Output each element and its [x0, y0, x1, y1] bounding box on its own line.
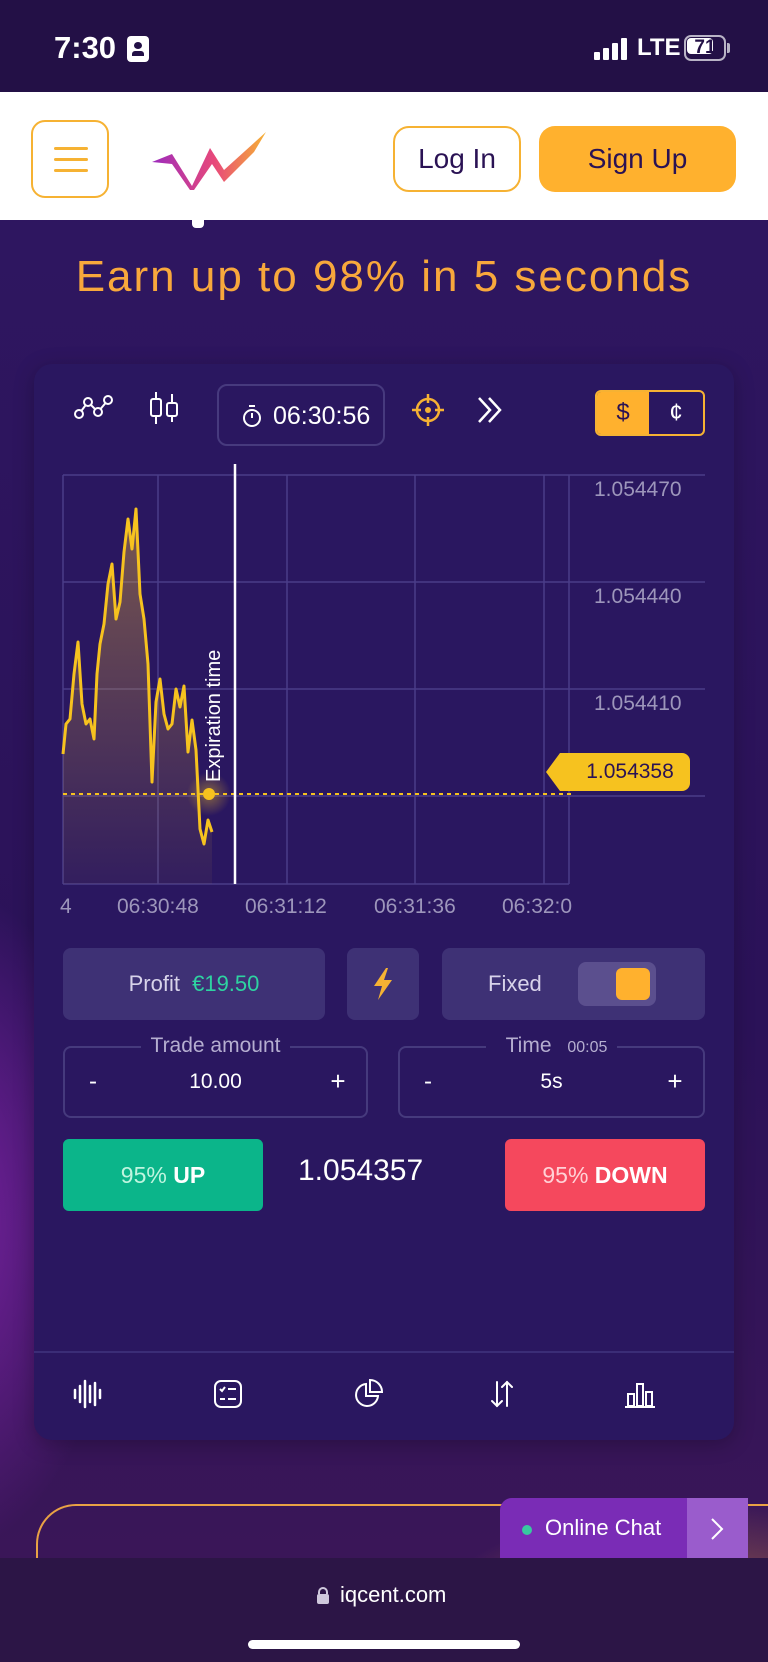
current-price-tag: 1.054358: [546, 753, 690, 791]
bar-chart-icon[interactable]: [624, 1378, 656, 1410]
time-label: Time: [495, 1034, 562, 1057]
trade-amount-value[interactable]: 10.00: [65, 1070, 366, 1094]
url-text: iqcent.com: [340, 1582, 447, 1607]
trade-widget: 06:30:56 $ ¢ 1.054470 1.054440 1.054410 …: [34, 364, 734, 1440]
online-status-dot: [522, 1525, 532, 1535]
y-tick: 1.054410: [594, 692, 682, 715]
checklist-icon[interactable]: [212, 1378, 244, 1410]
signal-icon: [594, 38, 630, 60]
crosshair-icon[interactable]: [412, 394, 444, 426]
trade-amount-label: Trade amount: [140, 1034, 291, 1057]
hero-headline: Earn up to 98% in 5 seconds: [75, 252, 693, 301]
current-point-marker: [203, 788, 215, 800]
fixed-mode-box: Fixed: [442, 948, 705, 1020]
down-label: DOWN: [594, 1162, 668, 1188]
y-tick: 1.054440: [594, 585, 682, 608]
x-tick: 4: [60, 895, 72, 918]
down-payout: 95%: [542, 1162, 589, 1188]
currency-cent-option[interactable]: ¢: [649, 392, 703, 434]
menu-button[interactable]: [31, 120, 109, 198]
x-tick: 06:31:12: [245, 895, 327, 918]
trade-amount-stepper: Trade amount - 10.00 +: [63, 1034, 368, 1118]
fixed-label: Fixed: [488, 971, 542, 996]
profit-display: Profit €19.50: [63, 948, 325, 1020]
battery-icon: 71: [684, 35, 730, 61]
fixed-toggle[interactable]: [578, 962, 656, 1006]
expiry-timer[interactable]: 06:30:56: [217, 384, 385, 446]
double-chevron-right-icon[interactable]: [476, 396, 504, 424]
x-tick: 06:30:48: [117, 895, 199, 918]
time-stepper: Time 00:05 - 5s +: [398, 1034, 705, 1118]
down-button[interactable]: 95% DOWN: [505, 1139, 705, 1211]
up-label: UP: [173, 1162, 206, 1188]
time-increase-button[interactable]: +: [663, 1066, 687, 1097]
x-tick: 06:32:0: [502, 895, 573, 918]
lock-icon: [317, 1587, 329, 1604]
time-countdown: 00:05: [567, 1039, 608, 1056]
signup-button[interactable]: Sign Up: [539, 126, 736, 192]
up-payout: 95%: [120, 1162, 167, 1188]
status-time: 7:30: [54, 30, 117, 65]
status-bar: 7:30 LTE 71: [0, 0, 768, 92]
online-chat-button[interactable]: Online Chat: [500, 1498, 748, 1560]
quick-trade-button[interactable]: [347, 948, 419, 1020]
network-label: LTE: [637, 34, 681, 61]
site-header: Log In Sign Up: [0, 92, 768, 220]
stopwatch-icon: [243, 405, 261, 427]
browser-address-bar[interactable]: iqcent.com: [0, 1558, 768, 1662]
chevron-right-icon: [711, 1518, 724, 1540]
time-value[interactable]: 5s: [400, 1070, 703, 1094]
timer-value: 06:30:56: [273, 402, 371, 430]
battery-level: 71: [694, 37, 716, 58]
toggle-knob: [616, 968, 650, 1000]
home-indicator: [248, 1640, 520, 1649]
candlestick-icon[interactable]: [148, 390, 180, 426]
currency-toggle[interactable]: $ ¢: [595, 390, 705, 436]
y-tick: 1.054470: [594, 478, 682, 501]
currency-dollar-option[interactable]: $: [597, 392, 649, 434]
swap-arrows-icon[interactable]: [486, 1378, 518, 1410]
online-chat-label: Online Chat: [545, 1515, 662, 1540]
hamburger-icon: [54, 147, 88, 150]
id-card-icon: [127, 36, 149, 62]
brand-logo[interactable]: [150, 128, 268, 190]
clipped-title-fragment: [192, 220, 204, 228]
expiration-time-label: Expiration time: [203, 649, 225, 782]
card-divider: [34, 1351, 734, 1353]
current-price: 1.054357: [298, 1154, 424, 1187]
x-tick: 06:31:36: [374, 895, 456, 918]
login-button[interactable]: Log In: [393, 126, 521, 192]
up-button[interactable]: 95% UP: [63, 1139, 263, 1211]
lightning-icon: [374, 968, 392, 1000]
amount-increase-button[interactable]: +: [326, 1066, 350, 1097]
pie-chart-icon[interactable]: [352, 1378, 384, 1410]
price-chart[interactable]: 1.054470 1.054440 1.054410 4 06:30:48 06…: [34, 464, 734, 924]
profit-label: Profit: [128, 971, 180, 996]
chat-expand-button[interactable]: [687, 1498, 748, 1560]
line-chart-icon[interactable]: [74, 392, 114, 422]
profit-value: €19.50: [192, 971, 260, 996]
waveform-icon[interactable]: [72, 1378, 104, 1410]
